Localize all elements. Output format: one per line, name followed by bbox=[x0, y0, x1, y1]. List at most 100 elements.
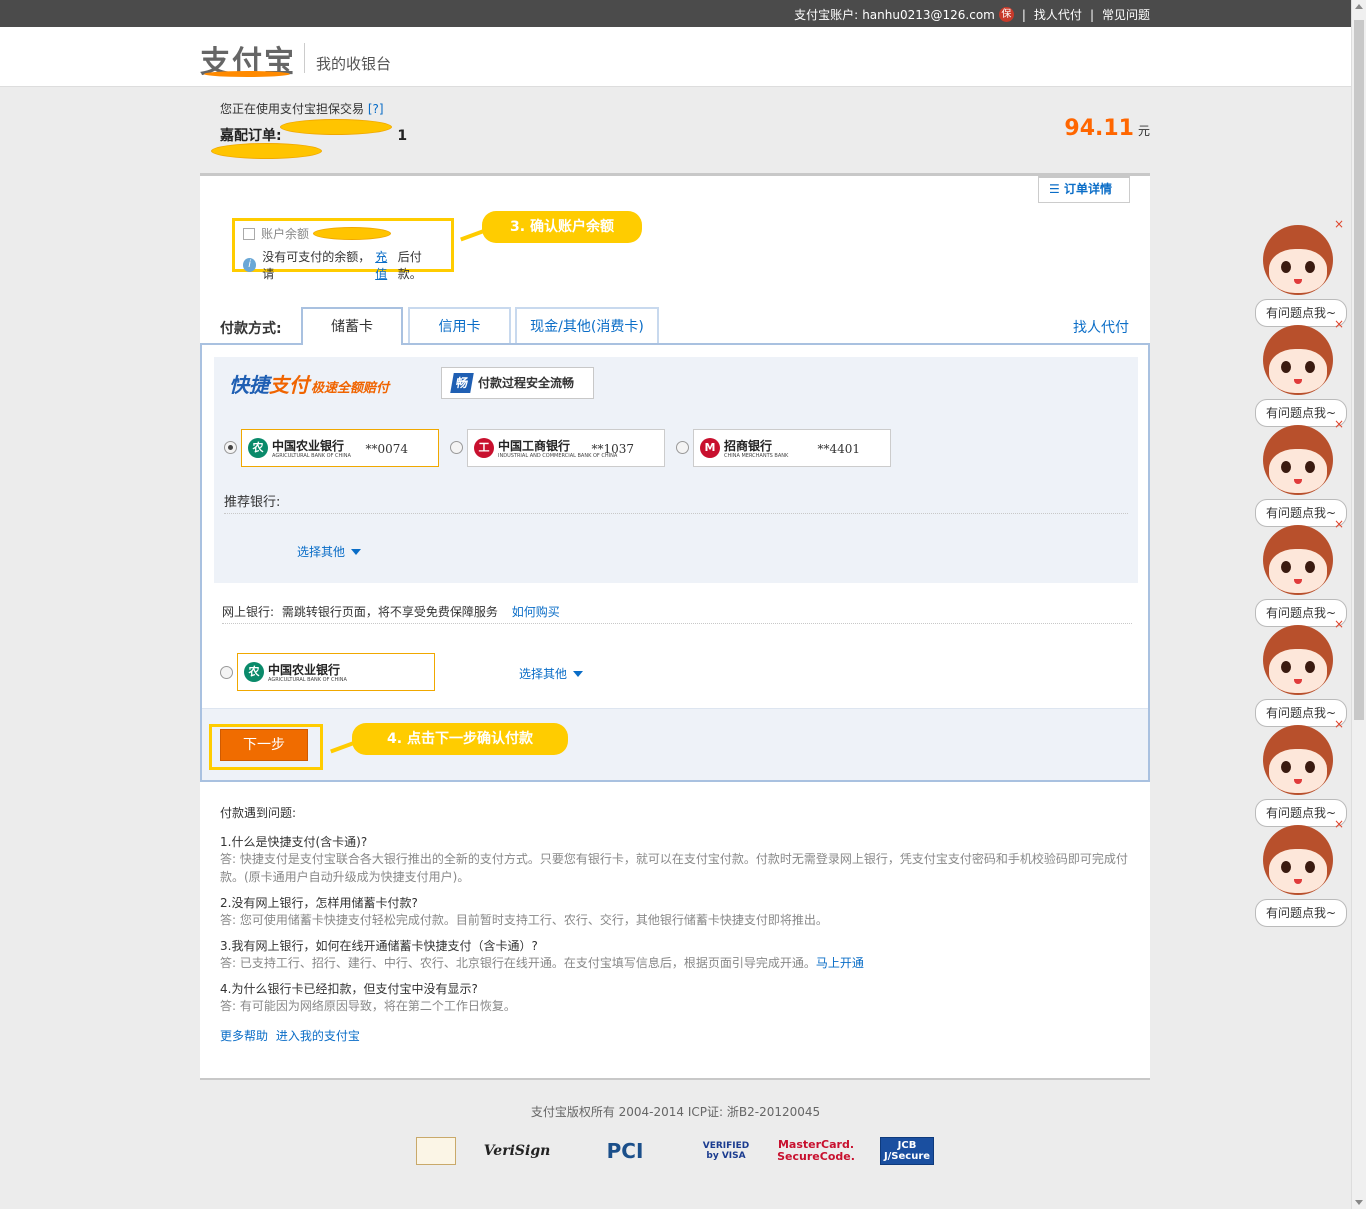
faq-answer: 答: 您可使用储蓄卡快捷支付轻松完成付款。目前暂时支持工行、农行、交行，其他银行… bbox=[220, 913, 828, 927]
verisign-logo: VeriSign bbox=[483, 1143, 551, 1159]
faq-question: 1.什么是快捷支付(含卡通)? bbox=[220, 835, 368, 849]
chat-widget[interactable]: × 有问题点我~ bbox=[1255, 417, 1347, 527]
header: 支付宝 我的收银台 bbox=[0, 27, 1351, 87]
separator: | bbox=[1089, 7, 1094, 22]
more-help-row: 更多帮助 进入我的支付宝 bbox=[220, 1027, 1130, 1044]
redaction-mark bbox=[280, 119, 392, 135]
close-icon[interactable]: × bbox=[1334, 817, 1344, 831]
checkout-panel: ☰ 订单详情 账户余额 i 没有可支付的余额，请 充值 后付款。 3. 确认账户余额… bbox=[200, 173, 1150, 1080]
close-icon[interactable]: × bbox=[1334, 317, 1344, 331]
alipay-logo[interactable]: 支付宝 bbox=[200, 37, 296, 81]
guarantee-text: 您正在使用支付宝担保交易 bbox=[220, 102, 365, 116]
next-step-button[interactable]: 下一步 bbox=[220, 729, 308, 761]
guarantee-line: 您正在使用支付宝担保交易 [?] bbox=[220, 100, 1150, 117]
tab-debit-card[interactable]: 储蓄卡 bbox=[301, 307, 403, 345]
amount-value: 94.11 bbox=[1064, 116, 1134, 141]
chat-widget[interactable]: × 有问题点我~ bbox=[1255, 317, 1347, 427]
support-avatar-icon bbox=[1263, 425, 1333, 495]
order-detail-button[interactable]: ☰ 订单详情 bbox=[1038, 175, 1130, 203]
order-detail-label: 订单详情 bbox=[1063, 182, 1112, 196]
header-divider bbox=[304, 43, 305, 73]
scrollbar-thumb[interactable] bbox=[1354, 20, 1364, 720]
bank-radio-icbc[interactable] bbox=[450, 441, 463, 454]
balance-checkbox[interactable] bbox=[243, 227, 255, 240]
amount-unit: 元 bbox=[1137, 124, 1150, 138]
abc-bank-icon: 农 bbox=[248, 438, 268, 458]
bankcard-abc[interactable]: 农 中国农业银行 AGRICULTURAL BANK OF CHINA **00… bbox=[241, 429, 439, 467]
bank-name-en: CHINA MERCHANTS BANK bbox=[724, 453, 789, 459]
open-now-link[interactable]: 马上开通 bbox=[816, 956, 864, 970]
debit-card-tab-panel: 快捷支付 极速全额赔付 畅 付款过程安全流畅 农 中国农业银行 AGRICULTU… bbox=[200, 343, 1150, 782]
close-icon[interactable]: × bbox=[1334, 617, 1344, 631]
no-balance-text: 没有可支付的余额，请 bbox=[262, 250, 371, 281]
chat-widget[interactable]: × 有问题点我~ bbox=[1255, 817, 1347, 927]
secure-badge-text: 付款过程安全流畅 bbox=[478, 376, 575, 390]
info-icon: i bbox=[243, 258, 257, 272]
secure-payment-badge: 畅 付款过程安全流畅 bbox=[441, 367, 594, 399]
bank-name: 中国农业银行 bbox=[268, 663, 341, 677]
scrollbar[interactable] bbox=[1351, 0, 1366, 1209]
verified-by-visa-logo: VERIFIED by VISA bbox=[702, 1141, 750, 1161]
chat-widget[interactable]: × 有问题点我~ bbox=[1255, 517, 1347, 627]
netbank-card-abc[interactable]: 农 中国农业银行 AGRICULTURAL BANK OF CHINA bbox=[237, 653, 435, 691]
scroll-up-icon[interactable] bbox=[1355, 4, 1363, 9]
callout-next-step: 4. 点击下一步确认付款 bbox=[330, 723, 568, 755]
redaction-mark bbox=[313, 227, 392, 240]
bank-radio-cmb[interactable] bbox=[676, 441, 689, 454]
triangle-down-icon bbox=[351, 548, 362, 555]
support-avatar-icon bbox=[1263, 625, 1333, 695]
tab-cash-other[interactable]: 现金/其他(消费卡) bbox=[515, 307, 659, 344]
bank-radio-abc[interactable] bbox=[224, 441, 237, 454]
account-label: 支付宝账户: bbox=[794, 8, 859, 22]
pci-logo: PCI bbox=[606, 1139, 644, 1163]
top-bar: 支付宝账户: hanhu0213@126.com 保 | 找人代付 | 常见问题 bbox=[0, 0, 1351, 27]
recharge-link[interactable]: 充值 bbox=[375, 248, 398, 282]
guarantee-help-link[interactable]: [?] bbox=[368, 102, 384, 116]
bank-name: 招商银行 bbox=[724, 439, 773, 453]
support-avatar-icon bbox=[1263, 825, 1333, 895]
quick-pay-logo: 快捷支付 极速全额赔付 bbox=[229, 373, 390, 397]
submit-area: 下一步 4. 点击下一步确认付款 bbox=[202, 708, 1148, 780]
chat-widget[interactable]: × 有问题点我~ bbox=[1255, 717, 1347, 827]
enter-alipay-link[interactable]: 进入我的支付宝 bbox=[276, 1029, 360, 1043]
triangle-down-icon bbox=[573, 670, 584, 677]
chat-widget[interactable]: × 有问题点我~ bbox=[1255, 217, 1347, 327]
chat-widget[interactable]: × 有问题点我~ bbox=[1255, 617, 1347, 727]
no-balance-suffix: 后付款。 bbox=[397, 250, 422, 281]
choose-other-netbank-link[interactable]: 选择其他 bbox=[519, 665, 584, 682]
mastercard-securecode-logo: MasterCard. SecureCode. bbox=[777, 1138, 855, 1163]
close-icon[interactable]: × bbox=[1334, 217, 1344, 231]
close-icon[interactable]: × bbox=[1334, 417, 1344, 431]
bankcard-cmb[interactable]: M 招商银行 CHINA MERCHANTS BANK **4401 bbox=[693, 429, 891, 467]
recommended-banks-label: 推荐银行: bbox=[224, 495, 281, 510]
find-pay-top-link[interactable]: 找人代付 bbox=[1034, 6, 1082, 23]
smooth-icon: 畅 bbox=[450, 373, 474, 393]
more-help-link[interactable]: 更多帮助 bbox=[220, 1029, 268, 1043]
close-icon[interactable]: × bbox=[1334, 717, 1344, 731]
tab-credit-card[interactable]: 信用卡 bbox=[408, 307, 511, 344]
top-bar-items: 支付宝账户: hanhu0213@126.com 保 | 找人代付 | 常见问题 bbox=[794, 6, 1150, 23]
account-email-link[interactable]: hanhu0213@126.com bbox=[862, 8, 995, 22]
how-to-buy-link[interactable]: 如何购买 bbox=[512, 605, 560, 619]
order-summary: 您正在使用支付宝担保交易 [?] 嘉配订单: 1 94.11 元 bbox=[211, 100, 1150, 159]
netbank-note: 需跳转银行页面，将不享受免费保障服务 bbox=[281, 605, 498, 619]
netbank-radio-abc[interactable] bbox=[220, 666, 233, 679]
choose-other-quick-link[interactable]: 选择其他 bbox=[297, 543, 362, 560]
find-pay-link[interactable]: 找人代付 bbox=[1073, 317, 1129, 337]
faq-answer: 答: 有可能因为网络原因导致，将在第二个工作日恢复。 bbox=[220, 999, 516, 1013]
balance-row: 账户余额 bbox=[243, 225, 443, 242]
scroll-down-icon[interactable] bbox=[1355, 1200, 1363, 1205]
card-tail: **0074 bbox=[365, 442, 408, 456]
abc-bank-icon: 农 bbox=[244, 662, 264, 682]
chat-bubble[interactable]: 有问题点我~ bbox=[1255, 899, 1347, 927]
no-balance-row: i 没有可支付的余额，请 充值 后付款。 bbox=[243, 248, 443, 282]
bao-icon[interactable]: 保 bbox=[998, 7, 1014, 22]
order-number-tail: 1 bbox=[397, 128, 408, 144]
close-icon[interactable]: × bbox=[1334, 517, 1344, 531]
bankcard-icbc[interactable]: 工 中国工商银行 INDUSTRIAL AND COMMERCIAL BANK … bbox=[467, 429, 665, 467]
certificate-badge-icon bbox=[416, 1137, 456, 1165]
faq-top-link[interactable]: 常见问题 bbox=[1102, 6, 1150, 23]
pay-method-label: 付款方式: bbox=[220, 321, 282, 337]
faq-section: 付款遇到问题: 1.什么是快捷支付(含卡通)? 答: 快捷支付是支付宝联合各大银… bbox=[220, 804, 1130, 1044]
support-avatar-icon bbox=[1263, 325, 1333, 395]
